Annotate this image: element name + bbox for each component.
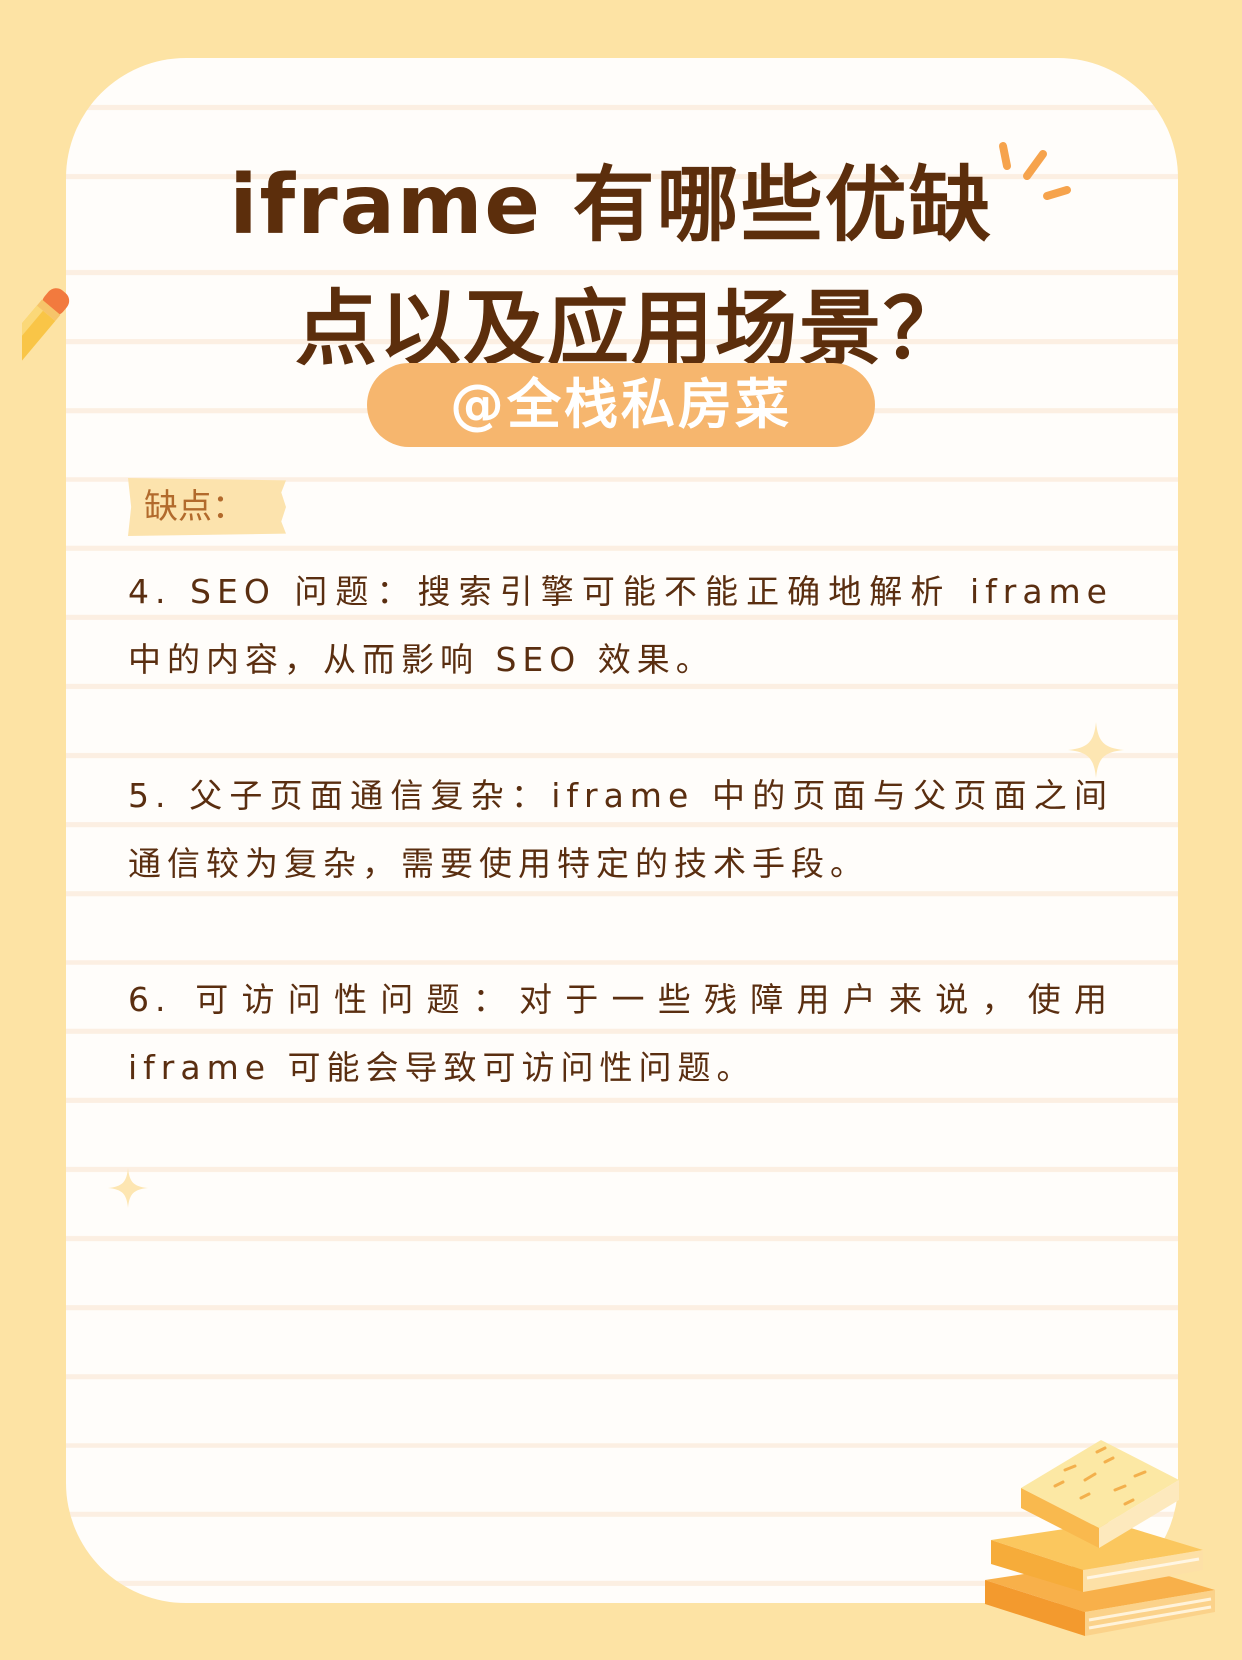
page-title-line1: iframe 有哪些优缺: [229, 158, 993, 253]
list-item: 4. SEO 问题：搜索引擎可能不能正确地解析 iframe 中的内容，从而影响…: [128, 572, 1113, 679]
sparkle-icon: [1068, 722, 1124, 778]
sparkle-icon: [108, 1168, 148, 1208]
list-item: 6. 可访问性问题：对于一些残障用户来说，使用 iframe 可能会导致可访问性…: [128, 980, 1113, 1087]
list-item: 5. 父子页面通信复杂：iframe 中的页面与父页面之间通信较为复杂，需要使用…: [128, 776, 1113, 883]
books-icon: [985, 1440, 1215, 1636]
author-badge: @全栈私房菜: [367, 363, 875, 447]
section-label: 缺点：: [128, 478, 286, 536]
